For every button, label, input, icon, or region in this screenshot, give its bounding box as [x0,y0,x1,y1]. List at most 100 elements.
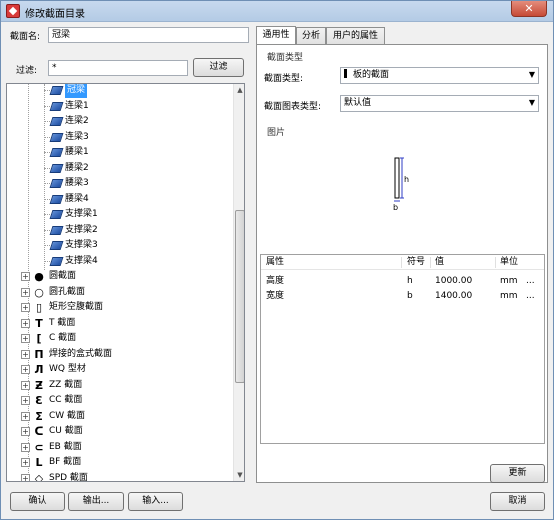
property-unit-cell: mm [500,276,518,286]
chart-type-dropdown[interactable]: 默认值 ▼ [340,95,539,112]
col-header-unit: 单位 [500,257,519,267]
tree-item-category[interactable]: + ▯ 矩形空腹截面 [7,300,232,315]
update-button[interactable]: 更新 [490,464,545,483]
expand-plus-icon[interactable]: + [21,334,30,343]
table-row[interactable]: 宽度 b 1400.00 mm... [261,289,544,304]
tab-user-attributes[interactable]: 用户的属性 [326,27,385,44]
ok-button[interactable]: 确认 [10,492,65,511]
tree-item-beam[interactable]: 支撑梁1 [7,207,232,222]
tree-item-label: C 截面 [49,333,77,343]
tree-item-label: ZZ 截面 [49,379,83,390]
table-row[interactable]: 高度 h 1000.00 mm... [261,274,544,289]
tree-item-beam[interactable]: 腰梁4 [7,192,232,207]
modify-section-catalog-window: 修改截面目录 ✕ 截面名: 冠梁 过滤: * 过滤 冠梁 连梁1 连梁2 连梁3 腰梁1… [0,0,554,520]
tree-item-category[interactable]: + ○ 圆孔截面 [7,285,232,300]
property-name-cell: 宽度 [266,291,285,301]
section-type-group-title: 截面类型 [267,53,304,63]
section-tree[interactable]: 冠梁 连梁1 连梁2 连梁3 腰梁1 腰梁2 腰梁3 腰梁4 支撑梁1 支撑梁2 支撑梁3 支撑梁4 +… [6,83,245,482]
expand-plus-icon[interactable]: + [21,303,30,312]
tree-item-beam[interactable]: 冠梁 [7,84,232,98]
property-value-cell[interactable]: 1400.00 [435,289,472,304]
expand-plus-icon[interactable]: + [21,365,30,374]
section-shape-icon: ○ [34,285,44,299]
tree-item-category[interactable]: + T T 截面 [7,316,232,331]
tree-item-label: 腰梁4 [65,193,89,204]
tree-scrollbar[interactable]: ▲ ▼ [233,84,244,481]
property-more-button[interactable]: ... [526,289,535,304]
scroll-thumb[interactable] [235,210,244,383]
tree-item-beam[interactable]: 腰梁1 [7,145,232,160]
section-shape-icon: ◇ [34,471,44,482]
tree-item-category[interactable]: + ᑕ CU 截面 [7,424,232,439]
expand-plus-icon[interactable]: + [21,287,30,297]
plate-shape [394,157,400,199]
tree-item-category[interactable]: + Σ CW 截面 [7,409,232,424]
beam-section-icon [49,225,64,235]
chart-type-value: 默认值 [344,98,372,108]
tree-item-label: CW 截面 [49,410,86,421]
tree-item-beam[interactable]: 连梁3 [7,130,232,145]
section-shape-icon: Л [34,363,44,376]
tree-item-beam[interactable]: 支撑梁4 [7,254,232,269]
property-unit-cell: mm [500,291,518,301]
import-button[interactable]: 输入... [128,492,183,511]
expand-plus-icon[interactable]: + [21,411,30,421]
tree-item-category[interactable]: + Ƶ ZZ 截面 [7,378,232,393]
tree-item-beam[interactable]: 支撑梁2 [7,223,232,238]
expand-plus-icon[interactable]: + [21,396,30,405]
tree-item-category[interactable]: + Л WQ 型材 [7,362,232,377]
dim-label-b: b [393,203,398,212]
tree-item-beam[interactable]: 腰梁3 [7,176,232,191]
tree-item-category[interactable]: + Π 焊接的盒式截面 [7,347,232,362]
general-tab-panel: 截面类型 截面类型: 板的截面 ▼ 截面图表类型: 默认值 ▼ 图片 h b 属… [256,44,548,483]
app-icon [6,4,20,18]
tree-item-category[interactable]: + ◇ SPD 截面 [7,471,232,482]
beam-section-icon [49,256,64,266]
close-button[interactable]: ✕ [511,1,547,17]
expand-plus-icon[interactable]: + [21,473,30,481]
tab-general[interactable]: 通用性 [256,26,296,45]
tree-item-label: T 截面 [49,317,76,328]
expand-plus-icon[interactable]: + [21,458,30,467]
export-button[interactable]: 输出... [68,492,124,511]
tree-item-category[interactable]: + ● 圆截面 [7,269,232,284]
property-value-cell[interactable]: 1000.00 [435,274,472,289]
tree-item-label: SPD 截面 [49,472,88,482]
tree-item-label: 支撑梁3 [65,240,98,250]
property-symbol-cell: h [407,276,413,286]
filter-input[interactable]: * [48,60,188,76]
property-more-button[interactable]: ... [526,274,535,289]
tree-item-beam[interactable]: 连梁2 [7,114,232,129]
expand-plus-icon[interactable]: + [21,318,30,328]
property-name-cell: 高度 [266,276,285,286]
filter-label: 过滤: [16,66,38,76]
tree-item-beam[interactable]: 连梁1 [7,99,232,114]
tree-item-category[interactable]: + ⊂ EB 截面 [7,440,232,455]
beam-section-icon [49,241,64,250]
section-shape-icon: Π [34,347,44,361]
expand-plus-icon[interactable]: + [21,442,30,452]
tab-analysis[interactable]: 分析 [296,27,326,44]
section-shape-icon: [ [36,332,42,345]
property-symbol-cell: b [407,291,413,301]
section-type-dropdown[interactable]: 板的截面 ▼ [340,67,539,84]
expand-plus-icon[interactable]: + [21,427,30,436]
section-name-input[interactable]: 冠梁 [48,27,249,43]
cancel-button[interactable]: 取消 [490,492,545,511]
chevron-down-icon: ▼ [528,98,535,107]
scroll-down-arrow-icon[interactable]: ▼ [235,469,244,481]
tree-item-category[interactable]: + Ɛ CC 截面 [7,393,232,408]
filter-button[interactable]: 过滤 [193,58,244,77]
expand-plus-icon[interactable]: + [21,349,30,359]
expand-plus-icon[interactable]: + [21,272,30,281]
tree-item-category[interactable]: + [ C 截面 [7,331,232,346]
tree-item-beam[interactable]: 支撑梁3 [7,238,232,253]
tree-item-category[interactable]: + L BF 截面 [7,455,232,470]
section-shape-icon: Σ [35,409,43,423]
tree-item-beam[interactable]: 腰梁2 [7,161,232,176]
expand-plus-icon[interactable]: + [21,380,30,390]
tree-item-label: BF 截面 [49,457,82,467]
scroll-up-arrow-icon[interactable]: ▲ [235,84,244,96]
tree-item-label: 腰梁3 [65,178,89,188]
tree-item-label: WQ 型材 [49,364,86,374]
